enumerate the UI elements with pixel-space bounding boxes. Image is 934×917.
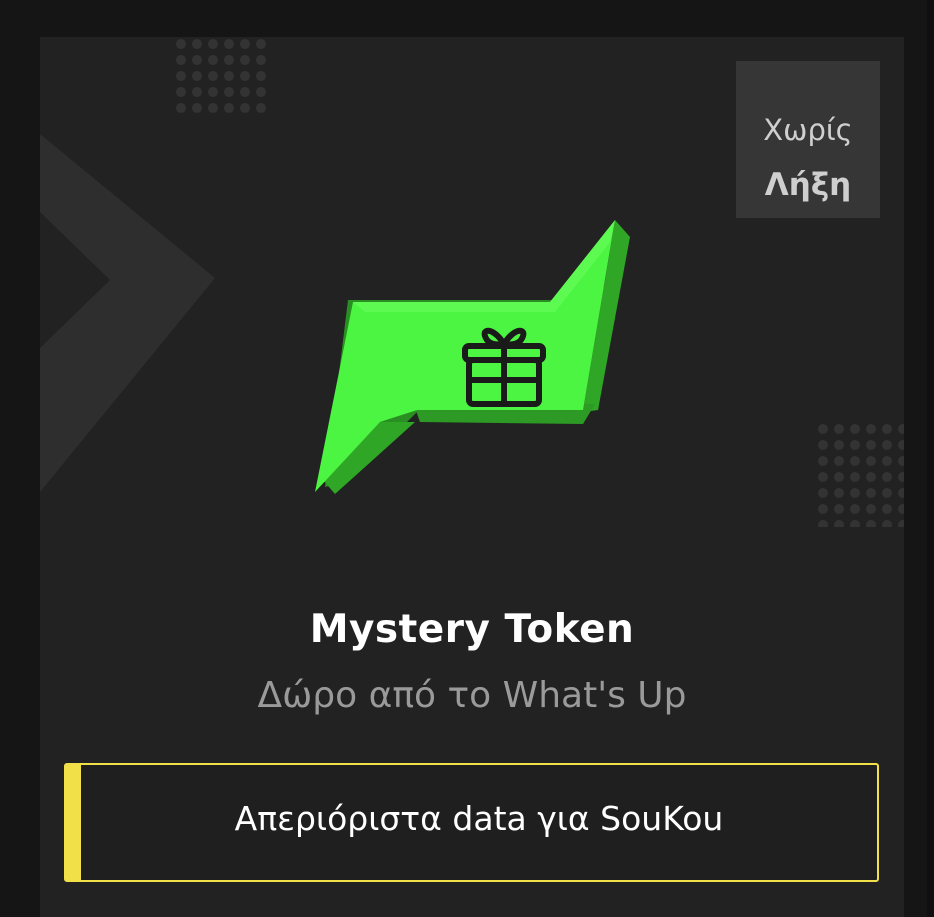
token-subtitle: Δώρο από το What's Up	[257, 675, 687, 716]
expiry-badge-line2: Λήξη	[764, 167, 852, 203]
dot-grid-top	[175, 38, 271, 118]
expiry-badge: Χωρίς Λήξη	[736, 61, 880, 218]
token-title: Mystery Token	[309, 607, 635, 652]
benefit-label: Απεριόριστα data για SouKou	[234, 799, 724, 838]
token-illustration	[315, 220, 630, 494]
reward-card[interactable]: Χωρίς Λήξη Mystery Token Δώρο από το Wha…	[40, 37, 904, 917]
expiry-badge-line1: Χωρίς	[763, 113, 853, 147]
next-card-edge	[927, 0, 934, 917]
chevron-shape	[40, 134, 215, 492]
benefit-banner[interactable]: Απεριόριστα data για SouKou	[64, 763, 879, 882]
dot-grid-right	[817, 423, 904, 527]
screen: Χωρίς Λήξη Mystery Token Δώρο από το Wha…	[0, 0, 934, 917]
